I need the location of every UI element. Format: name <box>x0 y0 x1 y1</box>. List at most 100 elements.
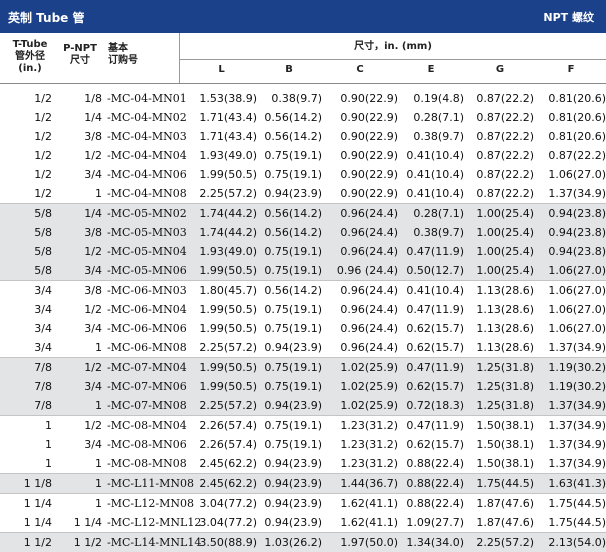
cell-dim-c: 0.96(24.4) <box>340 226 398 239</box>
cell-dim-c: 0.90(22.9) <box>340 149 398 162</box>
cell-part-number: -MC-07-MN08 <box>107 399 187 412</box>
cell-dim-f: 0.81(20.6) <box>548 130 606 143</box>
cell-dim-b: 0.75(19.1) <box>264 264 322 277</box>
cell-dim-e: 0.28(7.1) <box>413 111 464 124</box>
cell-dim-f: 0.81(20.6) <box>548 92 606 105</box>
cell-dim-l: 1.74(44.2) <box>199 226 257 239</box>
cell-dim-e: 0.62(15.7) <box>406 341 464 354</box>
cell-dim-c: 1.02(25.9) <box>340 380 398 393</box>
cell-part-number: -MC-08-MN04 <box>107 419 187 432</box>
cell-tube-od: 1/2 <box>34 130 52 143</box>
cell-dim-b: 0.56(14.2) <box>264 226 322 239</box>
cell-part-number: -MC-06-MN06 <box>107 322 187 335</box>
header-rule <box>179 59 606 60</box>
cell-pnpt: 1/2 <box>84 149 102 162</box>
cell-dim-l: 2.26(57.4) <box>199 419 257 432</box>
cell-part-number: -MC-05-MN03 <box>107 226 187 239</box>
header-dim-l: L <box>218 64 225 75</box>
cell-pnpt: 1/2 <box>84 303 102 316</box>
cell-dim-c: 0.96(24.4) <box>340 322 398 335</box>
cell-dim-l: 3.50(88.9) <box>199 536 257 549</box>
cell-tube-od: 7/8 <box>34 361 52 374</box>
cell-part-number: -MC-04-MN01 <box>107 92 187 105</box>
table-row: 1 1/4 1 1/4 -MC-L12-MNL12 3.04(77.2) 0.94(23… <box>0 513 606 532</box>
header-tube-od: T-Tube 管外径 (in.) <box>12 39 48 74</box>
cell-part-number: -MC-L14-MNL14 <box>107 536 202 549</box>
cell-dim-e: 0.47(11.9) <box>406 245 464 258</box>
cell-dim-b: 0.75(19.1) <box>264 419 322 432</box>
header-pnpt: P-NPT 尺寸 <box>63 43 97 66</box>
cell-dim-b: 0.75(19.1) <box>264 245 322 258</box>
cell-dim-b: 0.94(23.9) <box>264 457 322 470</box>
cell-dim-g: 0.87(22.2) <box>476 187 534 200</box>
cell-dim-e: 1.34(34.0) <box>406 536 464 549</box>
cell-dim-g: 1.13(28.6) <box>476 341 534 354</box>
cell-part-number: -MC-07-MN06 <box>107 380 187 393</box>
cell-pnpt: 1/2 <box>84 361 102 374</box>
cell-dim-l: 1.99(50.5) <box>199 380 257 393</box>
cell-pnpt: 3/8 <box>84 226 102 239</box>
header-dim-e: E <box>427 64 435 75</box>
cell-dim-g: 0.87(22.2) <box>476 111 534 124</box>
cell-part-number: -MC-06-MN08 <box>107 341 187 354</box>
cell-pnpt: 1/2 <box>84 419 102 432</box>
cell-dim-e: 0.47(11.9) <box>406 303 464 316</box>
cell-dim-e: 0.50(12.7) <box>406 264 464 277</box>
table-title: 英制 Tube 管 <box>8 11 85 25</box>
cell-dim-c: 1.02(25.9) <box>340 399 398 412</box>
cell-dim-g: 1.00(25.4) <box>476 226 534 239</box>
cell-tube-od: 3/4 <box>34 322 52 335</box>
cell-dim-g: 1.50(38.1) <box>476 457 534 470</box>
cell-dim-b: 0.56(14.2) <box>264 111 322 124</box>
cell-tube-od: 1 1/4 <box>23 497 52 510</box>
cell-dim-f: 1.37(34.9) <box>548 457 606 470</box>
cell-part-number: -MC-08-MN08 <box>107 457 187 470</box>
header-dimensions: 尺寸，in. (mm) <box>354 41 432 52</box>
cell-pnpt: 1 <box>95 477 102 490</box>
row-group: 1/2 1/8 -MC-04-MN01 1.53(38.9) 0.38(9.7) 0.90… <box>0 89 606 203</box>
table-title-bar: 英制 Tube 管 NPT 螺纹 <box>0 0 606 33</box>
cell-pnpt: 3/4 <box>84 168 102 181</box>
cell-dim-g: 1.75(44.5) <box>476 477 534 490</box>
cell-dim-g: 0.87(22.2) <box>476 149 534 162</box>
cell-dim-g: 1.87(47.6) <box>476 516 534 529</box>
cell-dim-e: 0.62(15.7) <box>406 380 464 393</box>
cell-dim-g: 0.87(22.2) <box>476 168 534 181</box>
cell-pnpt: 3/4 <box>84 438 102 451</box>
header-dim-b: B <box>285 64 293 75</box>
cell-dim-e: 0.28(7.1) <box>413 207 464 220</box>
cell-dim-f: 0.94(23.8) <box>548 207 606 220</box>
cell-tube-od: 7/8 <box>34 380 52 393</box>
cell-dim-b: 0.56(14.2) <box>264 207 322 220</box>
cell-pnpt: 1/8 <box>84 92 102 105</box>
cell-pnpt: 3/8 <box>84 130 102 143</box>
cell-dim-b: 0.94(23.9) <box>264 516 322 529</box>
cell-dim-c: 1.62(41.1) <box>340 497 398 510</box>
cell-dim-e: 0.62(15.7) <box>406 322 464 335</box>
cell-dim-g: 1.25(31.8) <box>476 399 534 412</box>
cell-dim-c: 1.97(50.0) <box>340 536 398 549</box>
cell-dim-f: 1.06(27.0) <box>548 284 606 297</box>
cell-dim-b: 0.75(19.1) <box>264 322 322 335</box>
cell-dim-f: 2.13(54.0) <box>548 536 606 549</box>
cell-pnpt: 1 <box>95 341 102 354</box>
cell-dim-f: 0.87(22.2) <box>548 149 606 162</box>
table-row: 1 1/8 1 -MC-L11-MN08 2.45(62.2) 0.94(23.9) 1.… <box>0 474 606 493</box>
cell-part-number: -MC-04-MN02 <box>107 111 187 124</box>
cell-tube-od: 1/2 <box>34 92 52 105</box>
cell-dim-b: 0.75(19.1) <box>264 380 322 393</box>
table-row: 1/2 1/2 -MC-04-MN04 1.93(49.0) 0.75(19.1) 0.9… <box>0 146 606 165</box>
cell-dim-c: 0.90(22.9) <box>340 92 398 105</box>
cell-dim-c: 0.96(24.4) <box>340 303 398 316</box>
cell-dim-f: 1.37(34.9) <box>548 419 606 432</box>
cell-part-number: -MC-05-MN04 <box>107 245 187 258</box>
cell-pnpt: 3/8 <box>84 284 102 297</box>
cell-dim-e: 0.41(10.4) <box>406 284 464 297</box>
cell-part-number: -MC-L11-MN08 <box>107 477 195 490</box>
cell-pnpt: 3/4 <box>84 264 102 277</box>
cell-dim-f: 1.19(30.2) <box>548 361 606 374</box>
table-row: 3/4 3/8 -MC-06-MN03 1.80(45.7) 0.56(14.2) 0.9… <box>0 281 606 300</box>
cell-dim-e: 0.88(22.4) <box>406 477 464 490</box>
cell-tube-od: 1 1/8 <box>23 477 52 490</box>
cell-dim-l: 1.93(49.0) <box>199 245 257 258</box>
